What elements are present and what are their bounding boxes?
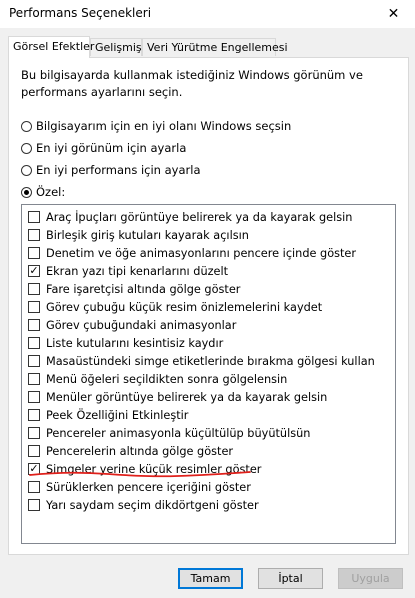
radio-label: Özel: <box>36 185 66 199</box>
radio-label: En iyi performans için ayarla <box>36 163 201 177</box>
effect-checkbox-item[interactable]: Masaüstündeki simge etiketlerinde bırakm… <box>28 352 375 370</box>
checkbox-checked-icon[interactable]: ✓ <box>28 265 40 277</box>
effect-label: Pencereler animasyonla küçültülüp büyütü… <box>46 426 311 440</box>
checkbox-icon[interactable] <box>28 211 40 223</box>
checkbox-icon[interactable] <box>28 373 40 385</box>
checkbox-icon[interactable] <box>28 427 40 439</box>
effect-label: Görev çubuğundaki animasyonlar <box>46 318 237 332</box>
effect-checkbox-item[interactable]: ✓ Ekran yazı tipi kenarlarını düzelt <box>28 262 228 280</box>
effect-label: Denetim ve öğe animasyonlarını pencere i… <box>46 246 357 260</box>
radio-selected-icon <box>21 186 32 198</box>
checkbox-icon[interactable] <box>28 445 40 457</box>
effect-label: Peek Özelliğini Etkinleştir <box>46 408 189 422</box>
checkbox-icon[interactable] <box>28 391 40 403</box>
effect-label: Pencerelerin altında gölge göster <box>46 444 234 458</box>
close-icon[interactable]: ✕ <box>372 0 415 28</box>
checkbox-icon[interactable] <box>28 355 40 367</box>
radio-best-performance[interactable]: En iyi performans için ayarla <box>21 161 201 179</box>
checkbox-icon[interactable] <box>28 499 40 511</box>
checkbox-icon[interactable] <box>28 409 40 421</box>
red-underline-annotation <box>29 471 251 478</box>
effect-checkbox-item[interactable]: Yarı saydam seçim dikdörtgeni göster <box>28 496 259 514</box>
radio-let-windows-choose[interactable]: Bilgisayarım için en iyi olanı Windows s… <box>21 117 291 135</box>
effect-checkbox-item[interactable]: Menü öğeleri seçildikten sonra gölgelens… <box>28 370 287 388</box>
effect-checkbox-item[interactable]: Pencerelerin altında gölge göster <box>28 442 233 460</box>
effect-checkbox-item[interactable]: Pencereler animasyonla küçültülüp büyütü… <box>28 424 310 442</box>
effect-label: Liste kutularını kesintisiz kaydır <box>46 336 224 350</box>
effect-label: Menüler görüntüye belirerek ya da kayara… <box>46 390 328 404</box>
apply-button: Uygula <box>338 568 403 589</box>
radio-custom[interactable]: Özel: <box>21 183 65 201</box>
effect-label: Fare işaretçisi altında gölge göster <box>46 282 241 296</box>
effect-checkbox-item[interactable]: Fare işaretçisi altında gölge göster <box>28 280 240 298</box>
checkbox-icon[interactable] <box>28 283 40 295</box>
description-text: Bu bilgisayarda kullanmak istediğiniz Wi… <box>21 68 363 99</box>
window-title: Performans Seçenekleri <box>9 6 152 20</box>
effect-checkbox-item[interactable]: Peek Özelliğini Etkinleştir <box>28 406 188 424</box>
effect-label: Menü öğeleri seçildikten sonra gölgelens… <box>46 372 288 386</box>
radio-best-appearance[interactable]: En iyi görünüm için ayarla <box>21 139 186 157</box>
effect-checkbox-item[interactable]: Görev çubuğundaki animasyonlar <box>28 316 236 334</box>
tab-visual-effects[interactable]: Görsel Efektler <box>8 36 94 58</box>
radio-icon <box>21 142 32 154</box>
effect-label: Yarı saydam seçim dikdörtgeni göster <box>46 498 259 512</box>
effect-checkbox-item[interactable]: Denetim ve öğe animasyonlarını pencere i… <box>28 244 356 262</box>
radio-icon <box>21 120 32 132</box>
cancel-button[interactable]: İptal <box>258 568 323 589</box>
radio-label: Bilgisayarım için en iyi olanı Windows s… <box>36 119 292 133</box>
effect-checkbox-item[interactable]: Birleşik giriş kutuları kayarak açılsın <box>28 226 249 244</box>
radio-icon <box>21 164 32 176</box>
effect-checkbox-item[interactable]: Araç İpuçları görüntüye belirerek ya da … <box>28 208 352 226</box>
checkbox-icon[interactable] <box>28 337 40 349</box>
tab-bar: Görsel Efektler Gelişmiş Veri Yürütme En… <box>8 36 408 58</box>
checkbox-icon[interactable] <box>28 481 40 493</box>
effect-label: Masaüstündeki simge etiketlerinde bırakm… <box>46 354 375 368</box>
tab-data-execution-prevention[interactable]: Veri Yürütme Engellemesi <box>142 38 288 56</box>
checkbox-icon[interactable] <box>28 247 40 259</box>
effect-checkbox-item[interactable]: Menüler görüntüye belirerek ya da kayara… <box>28 388 327 406</box>
title-bar: Performans Seçenekleri ✕ <box>0 0 415 28</box>
effect-label: Ekran yazı tipi kenarlarını düzelt <box>46 264 229 278</box>
radio-label: En iyi görünüm için ayarla <box>36 141 187 155</box>
visual-effects-list[interactable]: Araç İpuçları görüntüye belirerek ya da … <box>21 204 396 544</box>
effect-checkbox-item[interactable]: Görev çubuğu küçük resim önizlemelerini … <box>28 298 322 316</box>
checkbox-icon[interactable] <box>28 301 40 313</box>
effect-checkbox-item[interactable]: Liste kutularını kesintisiz kaydır <box>28 334 223 352</box>
checkbox-icon[interactable] <box>28 319 40 331</box>
tab-advanced[interactable]: Gelişmiş <box>90 38 142 56</box>
effect-label: Birleşik giriş kutuları kayarak açılsın <box>46 228 249 242</box>
checkbox-icon[interactable] <box>28 229 40 241</box>
effect-label: Sürüklerken pencere içeriğini göster <box>46 480 251 494</box>
ok-button[interactable]: Tamam <box>178 568 243 589</box>
effect-label: Görev çubuğu küçük resim önizlemelerini … <box>46 300 323 314</box>
effect-label: Araç İpuçları görüntüye belirerek ya da … <box>46 210 353 224</box>
